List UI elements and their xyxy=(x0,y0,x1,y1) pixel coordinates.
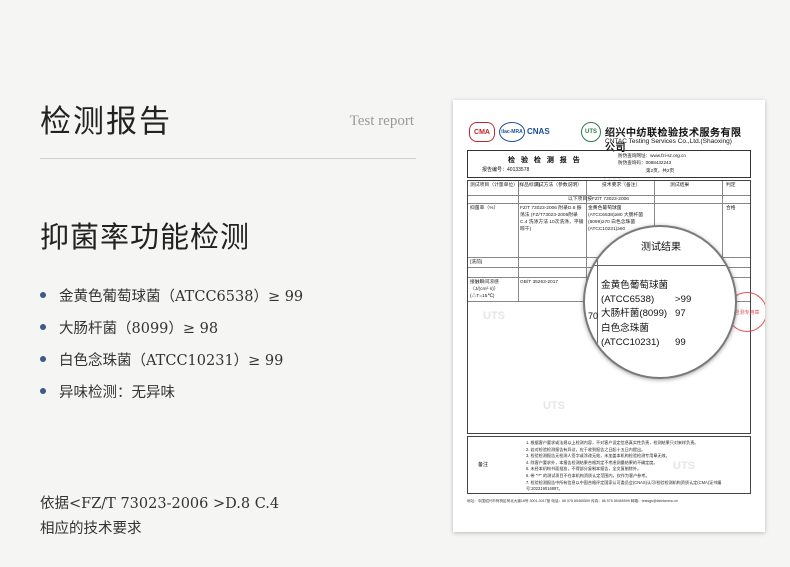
magnifier-side-value: 70 xyxy=(588,311,599,321)
bullet-icon xyxy=(40,388,46,394)
query-code: 防伪查询码：0088432243 xyxy=(618,160,672,165)
row-antibacterial-method: FZ/T 73023-2006 附录D.8 振荡法 (FZ/T73023-200… xyxy=(520,206,584,232)
report-meta: 检 验 检 测 报 告 报告编号：40133578 防伪查询网址：www.fzi… xyxy=(467,150,751,178)
basis-line-2: 相应的技术要求 xyxy=(40,521,142,537)
result-magnifier: 测试结果 70 金黄色葡萄球菌 (ATCC6538) >99 大肠杆菌(8099)… xyxy=(583,225,737,379)
standard-row: 以下项目按FZ/T 73023-2006 xyxy=(568,197,629,202)
col-header-requirement: 技术要求（备注） xyxy=(602,183,641,188)
row-cooling-item: 接触瞬间凉感（J/(cm²·s)）(△T=15℃) xyxy=(470,280,499,299)
results-list: 金黄色葡萄球菌（ATCC6538）≥ 99 大肠杆菌（8099）≥ 98 白色念… xyxy=(40,279,303,407)
magnifier-row: 金黄色葡萄球菌 xyxy=(601,280,669,291)
row-antibacterial-item: 抑菌率（%） xyxy=(470,206,499,211)
col-header-method: 测试方法（参数说明） xyxy=(534,183,582,188)
bullet-icon xyxy=(40,356,46,362)
query-site: 防伪查询网址：www.fzi-sz.org.cn xyxy=(618,153,686,158)
magnifier-row: 白色念珠菌 xyxy=(601,322,649,334)
basis-text: 依据<FZ/T 73023-2006 >D.8 C.4 相应的技术要求 xyxy=(40,492,279,542)
col-header-item: 测试项目（计量单位）[样品标识] xyxy=(470,183,540,188)
result-item: 异味检测：无异味 xyxy=(40,375,303,407)
cma-logo-icon: CMA xyxy=(469,122,495,142)
page-number: 第2页，共2页 xyxy=(646,168,675,173)
company-name-en: CNTAC Testing Services Co.,Ltd.(Shaoxing… xyxy=(605,138,732,145)
result-item: 白色念珠菌（ATCC10231）≥ 99 xyxy=(40,343,303,375)
row-before-wash: [洗前] xyxy=(470,260,483,265)
page-title: 检测报告 xyxy=(40,104,172,140)
result-text: 异味检测：无异味 xyxy=(59,384,175,401)
report-number: 报告编号：40133578 xyxy=(482,167,530,173)
magnifier-row: 大肠杆菌(8099) 97 xyxy=(601,308,686,320)
col-header-judgement: 判定 xyxy=(726,183,736,188)
magnifier-row: (ATCC10231) 99 xyxy=(601,336,686,348)
notes-label: 备注 xyxy=(478,462,489,468)
basis-line-1: 依据<FZ/T 73023-2006 >D.8 C.4 xyxy=(40,496,280,512)
ilac-mra-logo-icon: ilac-MRA xyxy=(499,122,525,142)
result-text: 白色念珠菌（ATCC10231）≥ 99 xyxy=(59,352,284,369)
magnifier-header: 测试结果 xyxy=(585,227,735,266)
report-footer: 地址：中国绍兴市柯桥区柯北大道18号 3001-3017室 电话：86 575 … xyxy=(467,499,679,503)
title-divider xyxy=(40,158,416,159)
cnas-logo-icon: CNAS xyxy=(527,126,550,136)
row-antibacterial-judgement: 合格 xyxy=(726,206,736,211)
bullet-icon xyxy=(40,324,46,330)
magnifier-row: (ATCC6538) >99 xyxy=(601,294,692,306)
uts-logo-icon: UTS xyxy=(581,122,601,142)
report-notes: 备注 1. 根据客户要求或法规以上检测内容，不对客户设定信息真实性负责，检测结果… xyxy=(467,436,751,494)
report-doc-title: 检 验 检 测 报 告 xyxy=(508,157,582,164)
section-title: 抑菌率功能检测 xyxy=(40,220,251,254)
magnifier-results: 金黄色葡萄球菌 (ATCC6538) >99 大肠杆菌(8099) 97 白色念珠菌… xyxy=(601,279,691,350)
result-text: 金黄色葡萄球菌（ATCC6538）≥ 99 xyxy=(59,288,304,305)
result-item: 大肠杆菌（8099）≥ 98 xyxy=(40,311,303,343)
page-subtitle-english: Test report xyxy=(349,113,414,129)
col-header-result: 测试结果 xyxy=(670,183,690,188)
notes-text: 1. 根据客户要求或法规以上检测内容，不对客户设定信息真实性负责，检测结果只对来… xyxy=(526,440,722,492)
bullet-icon xyxy=(40,292,46,298)
result-item: 金黄色葡萄球菌（ATCC6538）≥ 99 xyxy=(40,279,303,311)
result-text: 大肠杆菌（8099）≥ 98 xyxy=(59,320,219,337)
row-cooling-method: GB/T 35263-2017 xyxy=(520,280,559,285)
